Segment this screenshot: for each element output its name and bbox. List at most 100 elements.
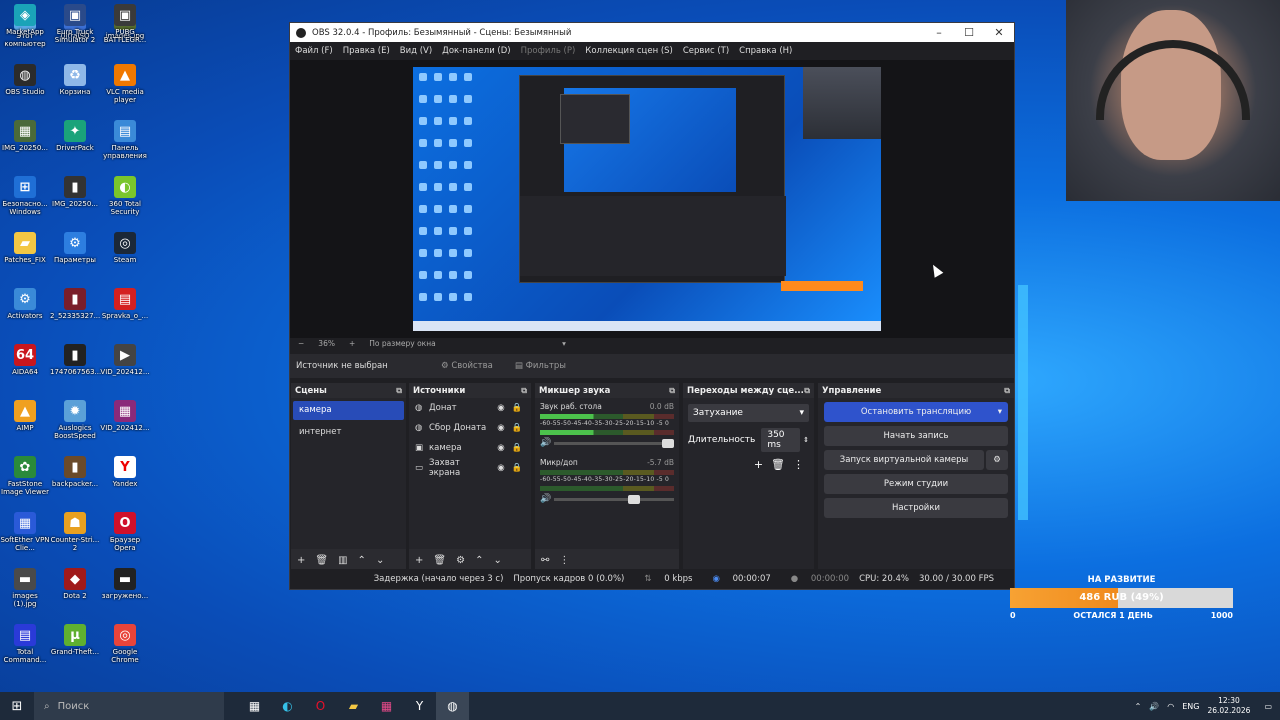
slider-knob[interactable] (628, 494, 641, 504)
menu-edit[interactable]: Правка (E) (343, 46, 390, 56)
eye-icon[interactable]: ◉ (493, 423, 509, 433)
eye-icon[interactable]: ◉ (493, 403, 509, 413)
add-icon[interactable]: + (754, 458, 763, 471)
desktop-icon[interactable]: ✿ FastStone Image Viewer (0, 452, 50, 504)
menu-profile[interactable]: Профиль (P) (521, 46, 576, 56)
volume-slider[interactable] (554, 494, 674, 504)
lang-indicator[interactable]: ENG (1182, 702, 1199, 711)
maximize-icon[interactable]: ☐ (954, 26, 984, 39)
gear-icon[interactable]: ⚙ (986, 450, 1008, 470)
kebab-menu-icon[interactable]: ⋮ (793, 458, 804, 471)
desktop-icon[interactable]: ☗ Counter-Stri... 2 (50, 508, 100, 560)
edge-icon[interactable]: ◐ (271, 692, 304, 720)
undock-icon[interactable]: ⧉ (521, 386, 527, 396)
undock-icon[interactable]: ⧉ (1004, 386, 1010, 396)
filters-button[interactable]: ▤ Фильтры (515, 361, 566, 371)
volume-tray-icon[interactable]: 🔊 (1149, 702, 1159, 711)
desktop-icon[interactable]: ▲ AIMP (0, 396, 50, 448)
filter-icon[interactable]: ▥ (338, 555, 347, 566)
program-preview[interactable] (413, 67, 881, 331)
arrow-down-icon[interactable]: ⌄ (376, 555, 384, 566)
task-view-icon[interactable]: ▦ (238, 692, 271, 720)
settings-button[interactable]: Настройки (824, 498, 1008, 518)
stepper-icon[interactable]: ⇕ (803, 436, 809, 444)
properties-button[interactable]: ⚙ Свойства (441, 361, 493, 371)
desktop-icon[interactable]: ◎ Google Chrome (100, 620, 150, 672)
menu-tools[interactable]: Сервис (T) (683, 46, 729, 56)
desktop-icon[interactable]: 64 AIDA64 (0, 340, 50, 392)
add-icon[interactable]: + (297, 555, 305, 566)
lock-icon[interactable]: 🔒 (509, 443, 525, 453)
wifi-icon[interactable]: ◠ (1167, 702, 1174, 711)
taskbar-search[interactable]: ⌕ Поиск (34, 692, 224, 720)
desktop-icon[interactable]: ✦ DriverPack (50, 116, 100, 168)
link-icon[interactable]: ⚯ (541, 555, 549, 566)
trash-icon[interactable]: 🗑 (315, 555, 328, 566)
desktop-icon[interactable]: ◆ Dota 2 (50, 564, 100, 616)
desktop-icon[interactable]: ▣ PUBG BATTLEGR... (100, 0, 150, 52)
notifications-icon[interactable]: ▭ (1264, 702, 1272, 711)
arrow-up-icon[interactable]: ⌃ (475, 555, 483, 566)
eye-icon[interactable]: ◉ (493, 443, 509, 453)
arrow-up-icon[interactable]: ⌃ (358, 555, 366, 566)
desktop-icon[interactable]: ▦ SoftEther VPN Clie... (0, 508, 50, 560)
lock-icon[interactable]: 🔒 (509, 403, 525, 413)
clock[interactable]: 12:30 26.02.2026 (1207, 696, 1250, 716)
desktop-icon[interactable]: ▤ Total Command... (0, 620, 50, 672)
desktop-icon[interactable]: ▲ VLC media player (100, 60, 150, 112)
desktop-icon[interactable]: ◈ MarketApp (0, 0, 50, 52)
store-icon[interactable]: ▦ (370, 692, 403, 720)
add-icon[interactable]: + (415, 555, 423, 566)
chevron-down-icon[interactable]: ▾ (998, 402, 1002, 422)
start-virtual-camera-button[interactable]: Запуск виртуальной камеры (824, 450, 984, 470)
menu-file[interactable]: Файл (F) (295, 46, 333, 56)
undock-icon[interactable]: ⧉ (804, 386, 810, 396)
desktop-icon[interactable]: ⊞ Безопасно... Windows (0, 172, 50, 224)
zoom-out-button[interactable]: − (298, 339, 304, 348)
arrow-down-icon[interactable]: ⌄ (493, 555, 501, 566)
studio-mode-button[interactable]: Режим студии (824, 474, 1008, 494)
desktop-icon[interactable]: ▰ Patches_FIX (0, 228, 50, 280)
desktop-icon[interactable]: ◎ Steam (100, 228, 150, 280)
close-icon[interactable]: ✕ (984, 26, 1014, 39)
obs-titlebar[interactable]: OBS 32.0.4 - Профиль: Безымянный - Сцены… (290, 23, 1014, 42)
desktop-icon[interactable]: ◐ 360 Total Security (100, 172, 150, 224)
source-item[interactable]: ▣ камера ◉ 🔒 (409, 438, 531, 458)
trash-icon[interactable]: 🗑 (771, 458, 785, 471)
desktop-icon[interactable]: ▮ backpacker... (50, 452, 100, 504)
desktop-icon[interactable]: ▦ VID_202412... (100, 396, 150, 448)
desktop-icon[interactable]: ⚙ Параметры (50, 228, 100, 280)
menu-docks[interactable]: Док-панели (D) (442, 46, 510, 56)
lock-icon[interactable]: 🔒 (509, 463, 525, 473)
zoom-fit-select[interactable]: По размеру окна ▾ (369, 339, 580, 348)
desktop-icon[interactable]: ▤ Панель управления (100, 116, 150, 168)
volume-slider[interactable] (554, 438, 674, 448)
menu-scene-collection[interactable]: Коллекция сцен (S) (585, 46, 673, 56)
desktop-icon[interactable]: ▮ IMG_20250... (50, 172, 100, 224)
lock-icon[interactable]: 🔒 (509, 423, 525, 433)
stop-stream-button[interactable]: Остановить трансляцию ▾ (824, 402, 1008, 422)
desktop-icon[interactable]: ▶ VID_202412... (100, 340, 150, 392)
transition-select[interactable]: Затухание ▾ (688, 404, 809, 422)
file-explorer-icon[interactable]: ▰ (337, 692, 370, 720)
source-item[interactable]: ▭ Захват экрана ◉ 🔒 (409, 458, 531, 478)
obs-taskbar-icon[interactable]: ◍ (436, 692, 469, 720)
undock-icon[interactable]: ⧉ (396, 386, 402, 396)
trash-icon[interactable]: 🗑 (433, 555, 446, 566)
desktop-icon[interactable]: ▤ Spravka_o_... (100, 284, 150, 336)
start-button[interactable]: ⊞ (0, 692, 34, 720)
tray-chevron-icon[interactable]: ⌃ (1135, 702, 1142, 711)
desktop-icon[interactable]: ▮ 1747067563... (50, 340, 101, 392)
zoom-in-button[interactable]: + (349, 339, 355, 348)
minimize-icon[interactable]: – (924, 26, 954, 39)
speaker-icon[interactable]: 🔊 (540, 438, 554, 448)
gear-icon[interactable]: ⚙ (456, 555, 465, 566)
eye-icon[interactable]: ◉ (493, 463, 509, 473)
source-item[interactable]: ◍ Сбор Доната ◉ 🔒 (409, 418, 531, 438)
kebab-menu-icon[interactable]: ⋮ (559, 555, 569, 566)
duration-input[interactable]: 350 ms (761, 428, 801, 452)
desktop-icon[interactable]: ▬ images (1).jpg (0, 564, 50, 616)
desktop-icon[interactable]: ▮ 2_52335327... (50, 284, 100, 336)
desktop-icon[interactable]: ✹ Auslogics BoostSpeed (50, 396, 100, 448)
menu-help[interactable]: Справка (H) (739, 46, 792, 56)
